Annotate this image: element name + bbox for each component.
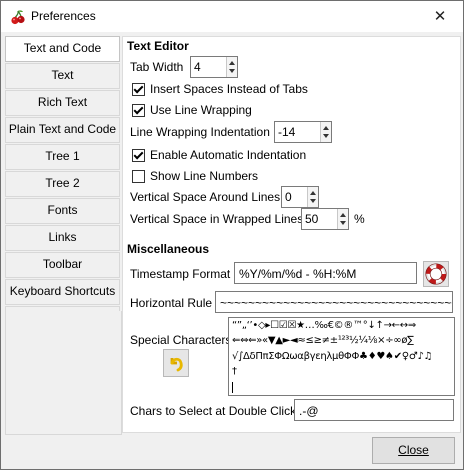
- sidebar-item-links[interactable]: Links: [5, 225, 120, 251]
- insert-spaces-label: Insert Spaces Instead of Tabs: [150, 82, 308, 96]
- auto-indent-checkbox[interactable]: [132, 149, 145, 162]
- category-sidebar: Text and Code Text Rich Text Plain Text …: [5, 36, 120, 333]
- tab-width-arrows[interactable]: [226, 57, 237, 77]
- double-click-chars-label: Chars to Select at Double Click: [130, 404, 297, 418]
- line-wrapping-checkbox[interactable]: [132, 104, 145, 117]
- wrap-indent-label: Line Wrapping Indentation: [130, 125, 270, 139]
- spin-up-icon[interactable]: [323, 126, 329, 130]
- vspace-lines-label: Vertical Space Around Lines: [130, 190, 281, 204]
- vspace-wrapped-value: 50: [305, 212, 319, 226]
- title-bar: Preferences ✕: [1, 1, 463, 32]
- spin-down-icon[interactable]: [310, 199, 316, 203]
- special-chars-line: √∫ΔδΠπΣΦΩωαβγεηλμθΦΦ♣♦♥♠✔♀♂♪♫: [232, 351, 433, 362]
- cherries-icon: [11, 10, 25, 25]
- close-window-button[interactable]: ✕: [417, 1, 463, 32]
- vspace-lines-arrows[interactable]: [307, 187, 318, 207]
- preferences-window: Preferences ✕ Text and Code Text Rich Te…: [0, 0, 464, 470]
- sidebar-empty-area: [5, 311, 122, 435]
- special-chars-line: “”„‘’•◇▸☐☑☒★…‰€©®™°↓↑→←↔⇒: [232, 320, 416, 331]
- special-characters-label: Special Characters: [130, 333, 232, 347]
- close-button-label: Close: [398, 443, 429, 457]
- wrap-indent-value: -14: [278, 125, 296, 139]
- spin-down-icon[interactable]: [340, 221, 346, 225]
- sidebar-item-plain-text-and-code[interactable]: Plain Text and Code: [5, 117, 120, 143]
- vspace-lines-value: 0: [285, 190, 292, 204]
- vspace-wrapped-unit: %: [354, 212, 365, 226]
- line-numbers-checkbox[interactable]: [132, 170, 145, 183]
- auto-indent-label: Enable Automatic Indentation: [150, 148, 307, 162]
- text-editor-heading: Text Editor: [127, 39, 189, 53]
- window-title: Preferences: [31, 9, 96, 23]
- tab-width-label: Tab Width: [130, 60, 184, 74]
- lifebuoy-icon: [425, 263, 447, 285]
- tab-width-spinner[interactable]: 4: [190, 56, 238, 78]
- horizontal-rule-label: Horizontal Rule: [130, 296, 213, 310]
- horizontal-rule-input[interactable]: ~~~~~~~~~~~~~~~~~~~~~~~~~~~~~~~~~~~~~~~~…: [215, 291, 453, 313]
- sidebar-item-toolbar[interactable]: Toolbar: [5, 252, 120, 278]
- vspace-lines-spinner[interactable]: 0: [281, 186, 319, 208]
- vspace-wrapped-label: Vertical Space in Wrapped Lines: [130, 212, 304, 226]
- double-click-chars-input[interactable]: .-@: [294, 399, 454, 421]
- sidebar-item-fonts[interactable]: Fonts: [5, 198, 120, 224]
- spin-up-icon[interactable]: [340, 213, 346, 217]
- sidebar-item-text[interactable]: Text: [5, 63, 120, 89]
- wrap-indent-arrows[interactable]: [320, 122, 331, 142]
- vspace-wrapped-spinner[interactable]: 50: [301, 208, 349, 230]
- close-button[interactable]: Close: [372, 437, 455, 464]
- timestamp-label: Timestamp Format: [130, 267, 231, 281]
- text-cursor: [232, 382, 233, 393]
- miscellaneous-heading: Miscellaneous: [127, 242, 210, 256]
- close-icon: ✕: [433, 8, 447, 25]
- timestamp-format-input[interactable]: %Y/%m/%d - %H:%M: [234, 262, 417, 284]
- timestamp-help-button[interactable]: [423, 261, 449, 287]
- sidebar-item-rich-text[interactable]: Rich Text: [5, 90, 120, 116]
- insert-spaces-checkbox[interactable]: [132, 83, 145, 96]
- vspace-wrapped-arrows[interactable]: [337, 209, 348, 229]
- special-characters-textarea[interactable]: “”„‘’•◇▸☐☑☒★…‰€©®™°↓↑→←↔⇒ ⇐⇔⇐»«▼▲►◄≈≤≥≠±…: [228, 317, 455, 396]
- special-chars-line: †: [232, 366, 237, 377]
- line-wrapping-label: Use Line Wrapping: [150, 103, 252, 117]
- special-chars-reset-button[interactable]: [163, 349, 189, 377]
- tab-width-value: 4: [194, 60, 201, 74]
- sidebar-item-tree-1[interactable]: Tree 1: [5, 144, 120, 170]
- spin-up-icon[interactable]: [229, 61, 235, 65]
- spin-down-icon[interactable]: [229, 69, 235, 73]
- wrap-indent-spinner[interactable]: -14: [274, 121, 332, 143]
- sidebar-item-text-and-code[interactable]: Text and Code: [5, 36, 120, 62]
- special-chars-line: ⇐⇔⇐»«▼▲►◄≈≤≥≠±¹²³½¼⅛×÷∞ø∑: [232, 335, 414, 346]
- line-numbers-label: Show Line Numbers: [150, 169, 259, 183]
- undo-arrow-icon: [170, 357, 183, 372]
- sidebar-item-tree-2[interactable]: Tree 2: [5, 171, 120, 197]
- spin-down-icon[interactable]: [323, 134, 329, 138]
- sidebar-item-keyboard-shortcuts[interactable]: Keyboard Shortcuts: [5, 279, 120, 305]
- spin-up-icon[interactable]: [310, 191, 316, 195]
